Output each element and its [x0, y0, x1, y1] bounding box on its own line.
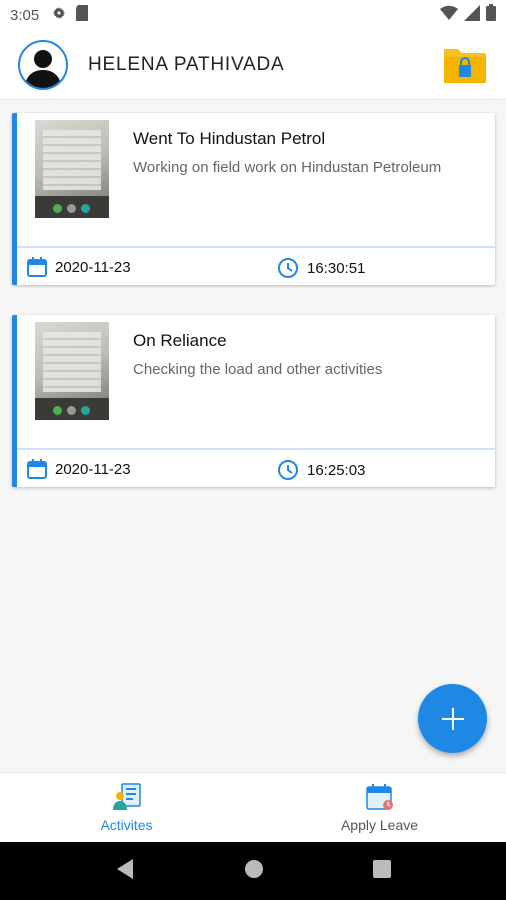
home-icon: [244, 859, 263, 878]
back-button[interactable]: [115, 858, 135, 885]
system-navigation-bar: [0, 842, 506, 900]
battery-icon: [486, 4, 496, 26]
add-activity-button[interactable]: [418, 684, 487, 753]
activity-date: 2020-11-23: [27, 257, 131, 277]
status-bar: 3:05: [0, 0, 506, 30]
activity-footer: 2020-11-23 16:25:03: [17, 448, 495, 487]
activity-description: Checking the load and other activities: [133, 361, 383, 378]
activity-date: 2020-11-23: [27, 459, 131, 479]
apply-leave-icon: [365, 783, 393, 810]
activity-title: Went To Hindustan Petrol: [133, 129, 326, 148]
calendar-icon: [27, 257, 47, 277]
activity-time: 16:30:51: [277, 257, 365, 279]
activity-card[interactable]: On Reliance Checking the load and other …: [12, 315, 495, 487]
plus-icon: [441, 707, 464, 730]
activity-title: On Reliance: [133, 331, 227, 350]
sd-card-icon: [75, 4, 89, 26]
wifi-icon: [440, 5, 458, 26]
recents-icon: [373, 859, 392, 878]
activity-time: 16:25:03: [277, 459, 365, 481]
activity-date-value: 2020-11-23: [55, 258, 131, 276]
folder-lock-icon: [444, 48, 486, 83]
bottom-navigation: Activites Apply Leave: [0, 772, 506, 842]
nav-activities[interactable]: Activites: [0, 773, 253, 842]
nav-apply-leave[interactable]: Apply Leave: [253, 773, 506, 842]
activity-footer: 2020-11-23 16:30:51: [17, 246, 495, 285]
calendar-icon: [27, 459, 47, 479]
nav-activities-label: Activites: [100, 816, 153, 833]
activity-time-value: 16:25:03: [307, 461, 366, 479]
user-avatar[interactable]: [18, 39, 68, 90]
back-icon: [116, 858, 133, 879]
clock-icon: [278, 460, 298, 480]
nav-apply-leave-label: Apply Leave: [340, 816, 419, 833]
app-header: HELENA PATHIVADA: [0, 30, 506, 100]
activity-time-value: 16:30:51: [307, 259, 366, 277]
folder-lock-button[interactable]: [442, 45, 488, 85]
activity-photo: [35, 120, 109, 218]
activity-date-value: 2020-11-23: [55, 460, 131, 478]
home-button[interactable]: [244, 859, 264, 884]
settings-icon: [51, 5, 67, 26]
status-time: 3:05: [10, 6, 40, 24]
activity-card[interactable]: Went To Hindustan Petrol Working on fiel…: [12, 113, 495, 285]
signal-icon: [464, 4, 480, 26]
activity-photo: [35, 322, 109, 420]
activities-icon: [112, 782, 141, 810]
clock-icon: [278, 258, 298, 278]
user-name: HELENA PATHIVADA: [88, 53, 285, 75]
activity-description: Working on field work on Hindustan Petro…: [133, 159, 442, 176]
recents-button[interactable]: [373, 859, 392, 883]
